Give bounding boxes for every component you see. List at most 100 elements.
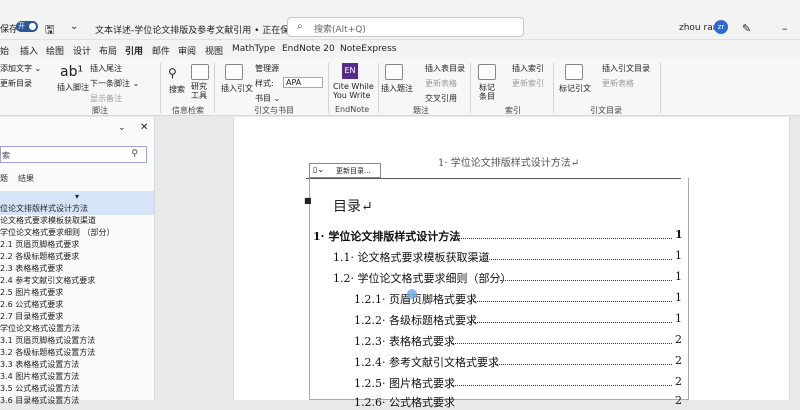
footnote-icon: ab¹: [60, 64, 84, 80]
toc-leader: [452, 238, 672, 239]
toc-entry[interactable]: 1.1· 论文格式要求模板获取渠道: [333, 249, 490, 265]
page-header[interactable]: 1· 学位论文排版样式设计方法↵: [438, 154, 579, 169]
toc-menu-icon[interactable]: ▯⌄: [313, 165, 324, 174]
toc-page-number: 2: [675, 354, 682, 367]
tab-results[interactable]: 结果: [18, 173, 34, 184]
chevron-down-icon[interactable]: ⌄: [118, 123, 126, 133]
group-captions: 题注: [413, 106, 429, 115]
search-button[interactable]: 搜索: [169, 84, 185, 95]
chevron-icon: ▾: [74, 192, 79, 201]
tab-endnote[interactable]: EndNote 20: [282, 44, 335, 54]
more-icon[interactable]: ⌄: [70, 21, 78, 32]
style-select[interactable]: APA: [283, 77, 323, 88]
insert-citation-button[interactable]: 插入引文: [221, 83, 253, 94]
nav-item[interactable]: 3.4 图片格式设置方法: [0, 371, 154, 383]
show-notes-button[interactable]: 显示备注: [90, 93, 122, 104]
avatar[interactable]: zr: [714, 20, 728, 34]
insert-footnote-button[interactable]: 插入脚注: [57, 82, 89, 93]
tab-layout[interactable]: 布局: [99, 44, 117, 57]
update-table-button[interactable]: 更新表格: [425, 78, 457, 89]
tab-noteexpress[interactable]: NoteExpress: [340, 44, 396, 54]
tab-headings[interactable]: 题: [0, 173, 8, 184]
toc-entry[interactable]: 1.2.5· 图片格式要求: [354, 375, 455, 391]
nav-item[interactable]: 3.2 各级标题格式设置方法: [0, 347, 154, 359]
toc-entry[interactable]: 1.2.3· 表格格式要求: [354, 333, 455, 349]
nav-item[interactable]: 学位论文格式设置方法: [0, 323, 154, 335]
search-icon: ⚲: [131, 149, 138, 159]
nav-item[interactable]: 3.3 表格格式设置方法: [0, 359, 154, 371]
group-citations: 引文与书目: [254, 106, 294, 115]
group-endnote: EndNote: [335, 105, 370, 114]
cross-reference-button[interactable]: 交叉引用: [425, 93, 457, 104]
toc-leader: [480, 259, 672, 260]
mark-citation-icon: [565, 64, 583, 80]
add-text-button[interactable]: 添加文字 ⌄: [0, 63, 41, 74]
toc-title[interactable]: 目录↵: [333, 196, 373, 216]
nav-item[interactable]: 学位论文格式要求细则 （部分）: [0, 227, 154, 239]
tab-design[interactable]: 设计: [73, 44, 91, 57]
toc-toolbar[interactable]: ▯⌄ 更新目录...: [309, 163, 381, 178]
title-bar: 保存 开 🖫 ⌄ 文本详述-学位论文排版及参考文献引用 • 正在保存... ⌄ …: [0, 0, 800, 40]
nav-item[interactable]: 2.2 各级标题格式要求: [0, 251, 154, 263]
nav-item-selected[interactable]: ▾: [0, 191, 154, 203]
save-icon[interactable]: 🖫: [45, 21, 54, 40]
bibliography-button[interactable]: 书目 ⌄: [255, 93, 280, 104]
toc-page-number: 1: [675, 291, 682, 304]
nav-item[interactable]: 2.7 目录格式要求: [0, 311, 154, 323]
update-toc-link[interactable]: 更新目录...: [336, 166, 371, 176]
insert-index-button[interactable]: 插入索引: [512, 63, 544, 74]
update-index-button[interactable]: 更新索引: [512, 78, 544, 89]
nav-item[interactable]: 2.3 表格格式要求: [0, 263, 154, 275]
insert-citation-icon: [225, 64, 243, 80]
nav-item[interactable]: 2.6 公式格式要求: [0, 299, 154, 311]
toc-leader: [447, 343, 672, 344]
search-icon-ribbon: ⚲: [168, 66, 177, 80]
nav-item[interactable]: 位论文排版样式设计方法: [0, 203, 154, 215]
pen-icon[interactable]: ✎: [742, 22, 751, 35]
style-label: 样式:: [255, 79, 274, 88]
nav-item[interactable]: 2.5 图片格式要求: [0, 287, 154, 299]
next-footnote-button[interactable]: 下一条脚注 ⌄: [90, 78, 139, 89]
update-toc-button[interactable]: 更新目录: [0, 78, 32, 89]
manage-sources-button[interactable]: 管理源: [255, 63, 279, 74]
toc-entry[interactable]: 1· 学位论文排版样式设计方法: [313, 228, 460, 244]
researcher-icon: [191, 64, 209, 80]
toc-leader: [500, 280, 672, 281]
tab-draw[interactable]: 绘图: [46, 44, 64, 57]
mark-citation-button[interactable]: 标记引文: [559, 83, 591, 94]
nav-search-input[interactable]: 索 ⚲: [0, 146, 147, 163]
document-title[interactable]: 文本详述-学位论文排版及参考文献引用 • 正在保存... ⌄: [95, 23, 317, 36]
minimize-icon[interactable]: –: [782, 22, 788, 35]
close-icon[interactable]: ✕: [140, 122, 148, 133]
toc-page-number: 1: [675, 228, 683, 241]
tab-review[interactable]: 审阅: [178, 44, 196, 57]
autosave-toggle[interactable]: 开: [16, 21, 38, 32]
nav-item[interactable]: 论文格式要求模板获取渠道: [0, 215, 154, 227]
mark-entry-button[interactable]: 标记 条目: [479, 83, 495, 101]
nav-item[interactable]: 3.6 目录格式设置方法: [0, 395, 154, 407]
toc-entry[interactable]: 1.2.2· 各级标题格式要求: [354, 312, 477, 328]
insert-toa-button[interactable]: 插入引文目录: [602, 63, 650, 74]
search-box[interactable]: ⌕ 搜索(Alt+Q): [287, 17, 524, 37]
toc-page-number: 2: [675, 333, 682, 346]
nav-item[interactable]: 3.1 页眉页脚格式设置方法: [0, 335, 154, 347]
tab-mathtype[interactable]: MathType: [232, 44, 275, 54]
user-name: zhou ran: [679, 23, 719, 33]
toc-entry[interactable]: 1.2.6· 公式格式要求: [354, 394, 455, 410]
toc-page-number: 1: [675, 270, 682, 283]
researcher-button[interactable]: 研究 工具: [191, 82, 207, 100]
tab-view[interactable]: 视图: [205, 44, 223, 57]
toc-entry[interactable]: 1.2.4· 参考文献引文格式要求: [354, 354, 499, 370]
cite-while-you-write-button[interactable]: Cite While You Write: [333, 82, 374, 100]
toc-entry[interactable]: 1.2· 学位论文格式要求细则（部分）: [333, 270, 512, 286]
nav-item[interactable]: 2.1 页眉页脚格式要求: [0, 239, 154, 251]
update-toa-button[interactable]: 更新表格: [602, 78, 634, 89]
insert-caption-button[interactable]: 插入题注: [381, 83, 413, 94]
tab-home[interactable]: 始: [0, 44, 9, 57]
tab-mailings[interactable]: 邮件: [152, 44, 170, 57]
nav-item[interactable]: 3.5 公式格式设置方法: [0, 383, 154, 395]
insert-table-of-figures-button[interactable]: 插入表目录: [425, 63, 465, 74]
insert-endnote-button[interactable]: 插入尾注: [90, 63, 122, 74]
nav-item[interactable]: 2.4 参考文献引文格式要求: [0, 275, 154, 287]
tab-insert[interactable]: 插入: [20, 44, 38, 57]
